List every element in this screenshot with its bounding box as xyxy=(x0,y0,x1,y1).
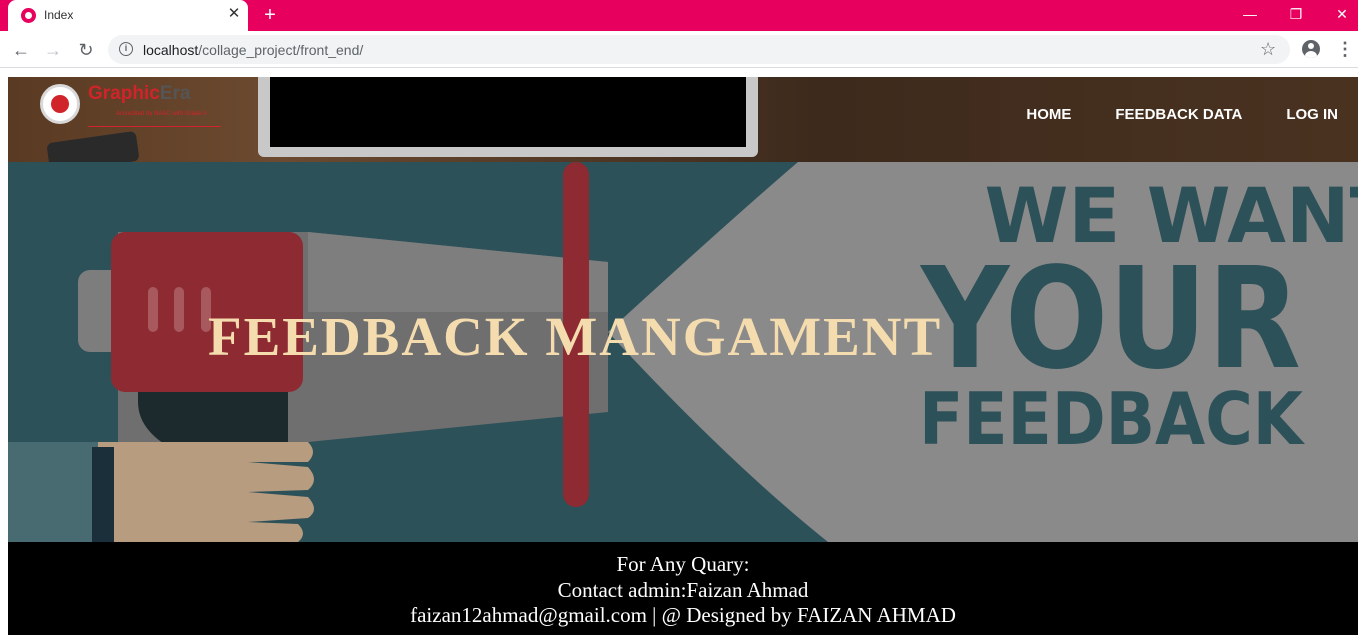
back-icon[interactable]: ← xyxy=(9,38,33,62)
reload-icon[interactable]: ↻ xyxy=(74,38,98,62)
footer-email-credit: faizan12ahmad@gmail.com | @ Designed by … xyxy=(410,603,956,627)
address-bar[interactable]: i localhost/collage_project/front_end/ ☆ xyxy=(108,35,1290,64)
hero-title: FEEDBACK MANGAMENT xyxy=(208,306,943,367)
web-page: GraphicEra Accredited by NAAC with Grade… xyxy=(8,77,1358,635)
browser-title-bar: Index ✕ + — ❐ ✕ xyxy=(0,0,1358,31)
url-path: /collage_project/front_end/ xyxy=(198,42,364,58)
url-text[interactable]: localhost/collage_project/front_end/ xyxy=(143,42,363,58)
url-host: localhost xyxy=(143,42,199,58)
browser-toolbar: ← → ↻ i localhost/collage_project/front_… xyxy=(0,31,1358,68)
tab-title: Index xyxy=(44,8,74,22)
browser-menu-icon[interactable]: ⋮ xyxy=(1336,38,1354,60)
site-logo[interactable]: GraphicEra Accredited by NAAC with Grade… xyxy=(38,81,238,141)
tab-close-icon[interactable]: ✕ xyxy=(226,5,242,23)
hero-banner: WE WANT YOUR FEEDBACK FEEDBACK MANGAMENT xyxy=(8,162,1358,542)
favicon-icon xyxy=(21,8,36,23)
logo-tagline: Accredited by NAAC with Grade A xyxy=(116,111,207,117)
logo-emblem-icon xyxy=(40,84,80,124)
poster-line-3: FEEDBACK xyxy=(919,377,1305,461)
profile-avatar-icon[interactable] xyxy=(1302,40,1320,58)
footer-contact-text: Contact admin:Faizan Ahmad xyxy=(557,577,809,602)
browser-tab[interactable]: Index ✕ xyxy=(8,0,248,31)
minimize-icon[interactable]: — xyxy=(1238,4,1262,24)
main-nav: HOME FEEDBACK DATA LOG IN xyxy=(1026,106,1338,123)
logo-underline xyxy=(88,126,221,127)
footer-query-text: For Any Quary: xyxy=(616,552,750,576)
header-screen-image xyxy=(270,77,746,147)
site-footer: For Any Quary: Contact admin:Faizan Ahma… xyxy=(8,542,1358,635)
nav-log-in[interactable]: LOG IN xyxy=(1286,106,1338,123)
nav-home[interactable]: HOME xyxy=(1026,106,1071,123)
logo-name: GraphicEra xyxy=(88,83,191,104)
bookmark-star-icon[interactable]: ☆ xyxy=(1260,39,1276,60)
nav-feedback-data[interactable]: FEEDBACK DATA xyxy=(1115,106,1242,123)
forward-icon[interactable]: → xyxy=(41,38,65,62)
restore-icon[interactable]: ❐ xyxy=(1284,4,1308,24)
window-close-icon[interactable]: ✕ xyxy=(1330,4,1354,24)
info-icon[interactable]: i xyxy=(119,42,133,56)
site-header: GraphicEra Accredited by NAAC with Grade… xyxy=(8,77,1358,162)
new-tab-icon[interactable]: + xyxy=(260,4,280,26)
